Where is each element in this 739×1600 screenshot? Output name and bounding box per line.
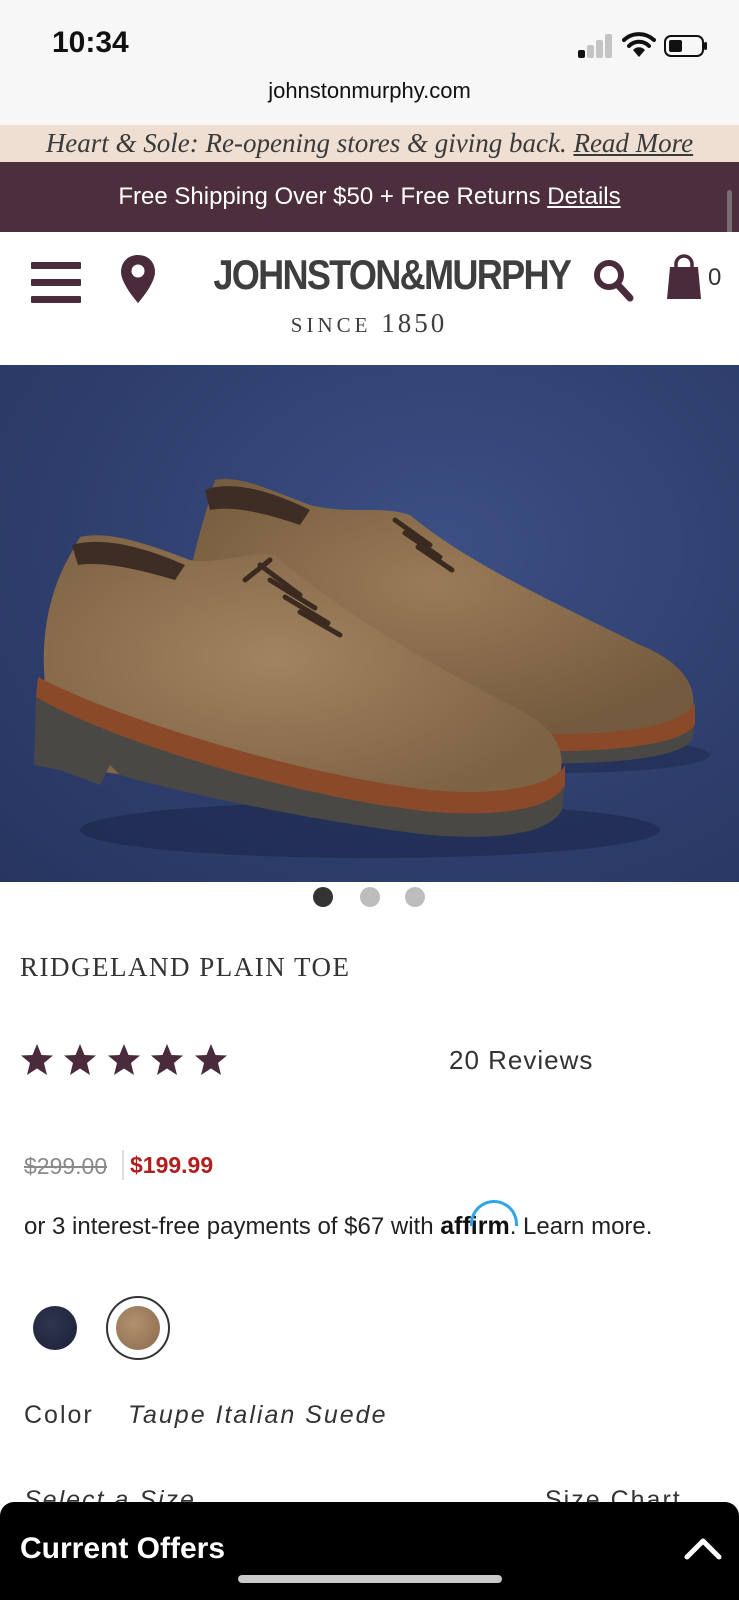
status-bar: 10:34 johnstonmurphy.com [0,0,739,125]
current-offers-title: Current Offers [20,1532,226,1565]
cart-count[interactable]: 0 [708,264,721,292]
carousel-dot-2[interactable] [360,887,380,907]
price-divider [122,1150,124,1180]
logo-wordmark: JOHNSTON&MURPHY [213,251,572,298]
sale-price: $199.99 [130,1152,214,1178]
logo-tagline: SINCE 1850 [290,308,448,338]
affirm-financing: or 3 interest-free payments of $67 with … [24,1200,653,1241]
suede-shoes-illustration [34,479,710,858]
product-image[interactable] [0,365,739,882]
star-icon [21,1044,53,1075]
location-pin-icon[interactable] [120,254,156,304]
shipping-details-link[interactable]: Details [547,183,620,210]
wifi-icon [622,32,656,57]
home-indicator[interactable] [238,1575,502,1583]
carousel-dot-1[interactable] [313,887,333,907]
color-label: Color [24,1401,94,1429]
affirm-text: or 3 interest-free payments of $67 with [24,1213,434,1240]
current-offers-bar[interactable]: Current Offers [0,1502,739,1600]
color-swatch-taupe[interactable] [116,1306,160,1350]
color-value: Taupe Italian Suede [128,1401,388,1429]
search-icon[interactable] [592,258,634,302]
affirm-learn-more-link[interactable]: . Learn more. [510,1213,653,1240]
battery-icon [664,35,707,57]
promo-banner-text: Heart & Sole: Re-opening stores & giving… [45,128,567,158]
cellular-signal-icon [578,34,614,58]
promo-banner: Heart & Sole: Re-opening stores & giving… [0,125,739,162]
product-title: RIDGELAND PLAIN TOE [20,952,351,982]
star-icon [64,1044,97,1075]
shipping-banner: Free Shipping Over $50 + Free Returns De… [0,162,739,232]
star-icon [107,1044,140,1075]
star-icon [151,1044,184,1075]
shipping-banner-text: Free Shipping Over $50 + Free Returns [118,183,541,210]
affirm-logo: affirm [440,1200,519,1240]
brand-logo[interactable]: JOHNSTON&MURPHY SINCE 1850 [188,251,572,352]
chevron-up-icon[interactable] [684,1536,722,1560]
original-price: $299.00 [24,1153,108,1179]
star-rating[interactable] [20,1043,233,1083]
reviews-link[interactable]: 20 Reviews [449,1045,593,1076]
read-more-link[interactable]: Read More [573,128,693,158]
address-bar-url[interactable]: johnstonmurphy.com [0,78,739,104]
status-time: 10:34 [52,26,129,59]
menu-icon[interactable] [31,262,81,304]
site-header: JOHNSTON&MURPHY SINCE 1850 0 [0,232,739,365]
image-carousel-dots [0,885,739,909]
shopping-bag-icon[interactable] [666,254,702,300]
carousel-dot-3[interactable] [405,887,425,907]
color-swatch-navy[interactable] [33,1306,77,1350]
star-icon [194,1044,227,1075]
